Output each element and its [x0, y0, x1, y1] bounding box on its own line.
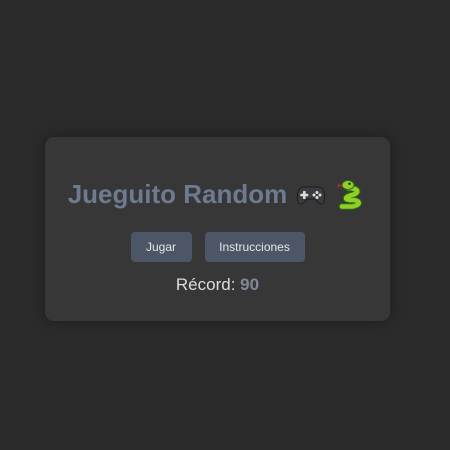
record-label: Récord: — [175, 275, 236, 294]
menu-card: Jueguito Random Jugar Instrucciones Réco… — [45, 137, 390, 321]
play-button[interactable]: Jugar — [130, 232, 192, 262]
title-row: Jueguito Random — [45, 176, 390, 212]
instructions-button[interactable]: Instrucciones — [204, 232, 305, 262]
record-value: 90 — [240, 275, 260, 294]
snake-icon — [335, 178, 367, 210]
game-title: Jueguito Random — [67, 178, 288, 209]
gamepad-icon — [295, 178, 327, 210]
record-row: Récord: 90 — [45, 275, 390, 295]
menu-buttons: Jugar Instrucciones — [45, 232, 390, 262]
